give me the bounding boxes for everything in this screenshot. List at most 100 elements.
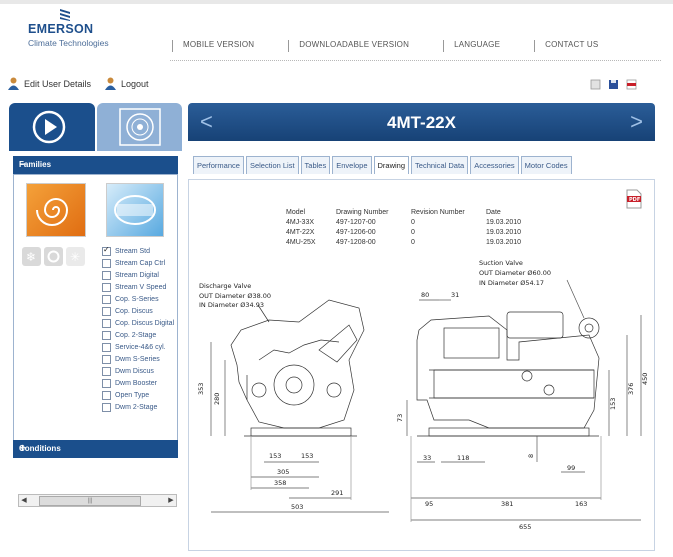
top-strip: [0, 0, 673, 4]
family-checkbox[interactable]: [102, 390, 111, 400]
star-filter-icon[interactable]: ✳: [66, 247, 85, 266]
suction-label-2: OUT Diameter Ø60.00: [479, 269, 551, 277]
scroll-left-icon[interactable]: ◀: [19, 495, 29, 506]
nav-language[interactable]: LANGUAGE: [443, 40, 512, 52]
next-product-icon[interactable]: >: [630, 109, 643, 135]
user-links: Edit User Details Logout: [8, 77, 163, 90]
snowflake-filter-icon[interactable]: ❄: [22, 247, 41, 266]
conditions-header[interactable]: Conditions +: [13, 440, 178, 458]
families-list: Stream Std Stream Cap Ctrl Stream Digital S…: [102, 245, 174, 413]
family-item[interactable]: Stream Digital: [102, 269, 174, 281]
fan-filter-icon[interactable]: [44, 247, 63, 266]
emerson-logo[interactable]: EMERSON Climate Technologies: [26, 8, 116, 50]
dim-33: 33: [423, 454, 431, 462]
family-checkbox[interactable]: [102, 245, 111, 256]
discharge-label-2: OUT Diameter Ø38.00: [199, 292, 271, 300]
svg-text:✳: ✳: [70, 250, 80, 264]
logout-icon: [105, 77, 117, 90]
brand-subtitle: Climate Technologies: [28, 38, 109, 48]
family-checkbox[interactable]: [102, 258, 111, 268]
product-title-bar: < 4MT-22X >: [188, 103, 655, 141]
family-item[interactable]: Dwm Booster: [102, 377, 174, 389]
product-type-tab-compressor[interactable]: [9, 103, 95, 151]
family-item[interactable]: Dwm Discus: [102, 365, 174, 377]
dim-291: 291: [331, 489, 343, 497]
family-checkbox[interactable]: [102, 378, 111, 388]
family-label: Stream Cap Ctrl: [115, 259, 166, 267]
tab-accessories[interactable]: Accessories: [470, 156, 519, 174]
logo-mark-icon: [60, 9, 70, 21]
family-label: Dwm Booster: [115, 379, 158, 387]
dim-95: 95: [425, 500, 433, 508]
family-item[interactable]: Stream Std: [102, 245, 174, 257]
save-icon[interactable]: [608, 79, 619, 90]
table-row: 4MT-22X 497-1206-00 0 19.03.2010: [286, 229, 536, 239]
family-item[interactable]: Cop. Discus: [102, 305, 174, 317]
semi-hermetic-image[interactable]: [106, 183, 164, 237]
family-item[interactable]: Cop. Discus Digital: [102, 317, 174, 329]
dim-153-a: 153: [269, 452, 281, 460]
family-checkbox[interactable]: [102, 402, 111, 412]
family-checkbox[interactable]: [102, 330, 111, 340]
family-checkbox[interactable]: [102, 306, 111, 316]
family-checkbox[interactable]: [102, 366, 111, 376]
dim-358: 358: [274, 479, 286, 487]
family-checkbox[interactable]: [102, 282, 111, 292]
family-item[interactable]: Stream V Speed: [102, 281, 174, 293]
print-icon[interactable]: [590, 79, 601, 90]
cell: 4MJ-33X: [286, 219, 315, 226]
scroll-thumb[interactable]: |||: [39, 496, 141, 506]
family-item[interactable]: Dwm S-Series: [102, 353, 174, 365]
scroll-right-icon[interactable]: ▶: [166, 495, 176, 506]
family-label: Stream Digital: [115, 271, 159, 279]
tab-motor-codes[interactable]: Motor Codes: [520, 156, 572, 174]
family-item[interactable]: Stream Cap Ctrl: [102, 257, 174, 269]
family-item[interactable]: Cop. 2-Stage: [102, 329, 174, 341]
horizontal-scrollbar[interactable]: ◀ ||| ▶: [18, 494, 177, 507]
pdf-icon[interactable]: PDF: [626, 189, 642, 209]
family-checkbox[interactable]: [102, 294, 111, 304]
family-item[interactable]: Open Type: [102, 389, 174, 401]
tab-performance[interactable]: Performance: [193, 156, 244, 174]
tab-envelope[interactable]: Envelope: [332, 156, 372, 174]
dim-305: 305: [277, 468, 289, 476]
product-type-tab-unit[interactable]: [97, 103, 182, 151]
family-label: Open Type: [115, 391, 150, 399]
family-label: Cop. Discus Digital: [115, 319, 175, 327]
tab-technical-data[interactable]: Technical Data: [411, 156, 469, 174]
tab-selection-list[interactable]: Selection List: [245, 156, 299, 174]
families-box: ❄ ✳ Stream Std Stream Cap Ctrl Stream Digi…: [13, 174, 178, 507]
product-title: 4MT-22X: [387, 113, 456, 132]
cell: 4MU-25X: [286, 239, 316, 246]
family-checkbox[interactable]: [102, 318, 111, 328]
family-checkbox[interactable]: [102, 342, 111, 352]
dim-31: 31: [451, 291, 459, 299]
tab-drawing[interactable]: Drawing: [373, 156, 410, 174]
families-header[interactable]: Families −: [13, 156, 178, 174]
family-checkbox[interactable]: [102, 270, 111, 280]
family-label: Cop. Discus: [115, 307, 153, 315]
scroll-compressor-image[interactable]: [26, 183, 86, 237]
family-label: Cop. S-Series: [115, 295, 159, 303]
family-item[interactable]: Dwm 2-Stage: [102, 401, 174, 413]
collapse-icon[interactable]: −: [19, 157, 172, 171]
nav-mobile-version[interactable]: MOBILE VERSION: [172, 40, 266, 52]
table-row: 4MJ-33X 497-1207-00 0 19.03.2010: [286, 219, 536, 229]
family-item[interactable]: Service-4&6 cyl.: [102, 341, 174, 353]
cell: 0: [411, 229, 415, 236]
logout-link[interactable]: Logout: [105, 77, 149, 90]
pdf-export-icon[interactable]: [626, 79, 637, 90]
family-checkbox[interactable]: [102, 354, 111, 364]
scroll-spiral-icon: [36, 198, 69, 226]
dim-8: 8: [527, 454, 535, 458]
edit-user-link[interactable]: Edit User Details: [8, 77, 91, 90]
expand-icon[interactable]: +: [19, 441, 172, 455]
tab-tables[interactable]: Tables: [300, 156, 331, 174]
compressor-technical-drawing[interactable]: Discharge Valve OUT Diameter Ø38.00 IN D…: [189, 250, 654, 550]
nav-downloadable-version[interactable]: DOWNLOADABLE VERSION: [288, 40, 421, 52]
family-item[interactable]: Cop. S-Series: [102, 293, 174, 305]
model-table: Model Drawing Number Revision Number Dat…: [286, 209, 536, 249]
nav-contact-us[interactable]: CONTACT US: [534, 40, 610, 52]
family-label: Cop. 2-Stage: [115, 331, 157, 339]
col-model: Model: [286, 209, 306, 216]
